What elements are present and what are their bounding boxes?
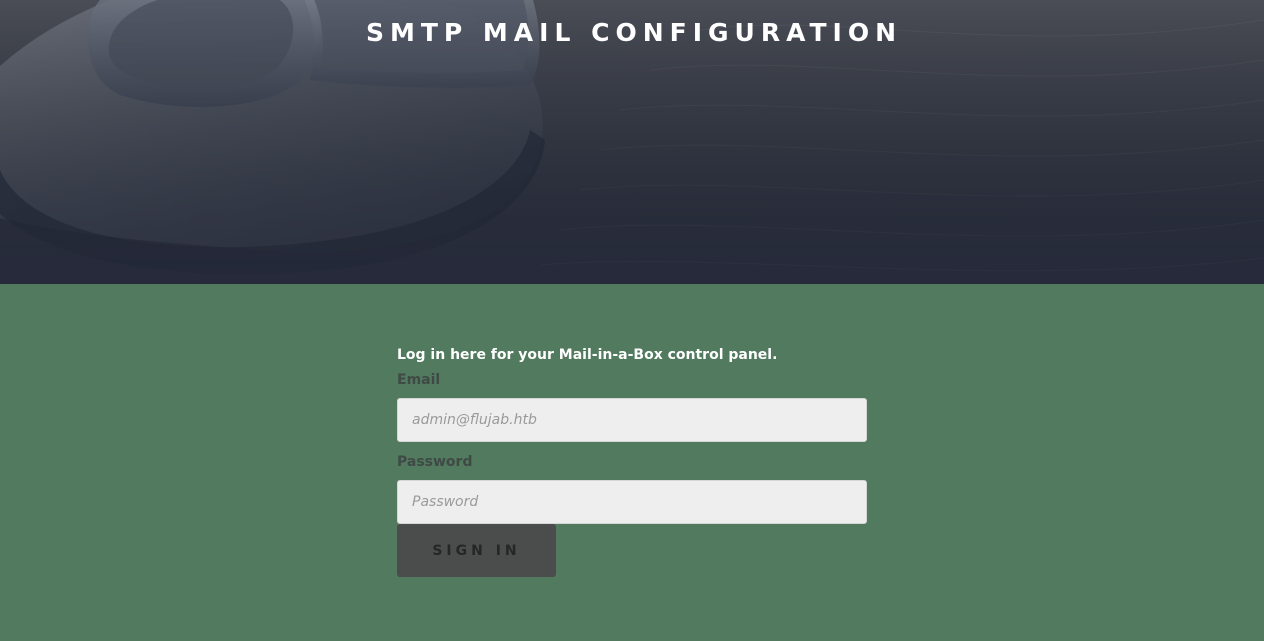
email-label: Email	[397, 372, 441, 388]
password-field[interactable]	[397, 480, 867, 524]
login-panel: Log in here for your Mail-in-a-Box contr…	[0, 284, 1264, 641]
page-title: SMTP MAIL CONFIGURATION	[365, 18, 903, 47]
password-label: Password	[397, 454, 473, 470]
login-intro: Log in here for your Mail-in-a-Box contr…	[397, 347, 778, 363]
sign-in-button[interactable]: SIGN IN	[397, 524, 556, 577]
email-field[interactable]	[397, 398, 867, 442]
login-form: Log in here for your Mail-in-a-Box contr…	[397, 345, 867, 577]
hero-banner: SMTP MAIL CONFIGURATION	[0, 0, 1264, 284]
